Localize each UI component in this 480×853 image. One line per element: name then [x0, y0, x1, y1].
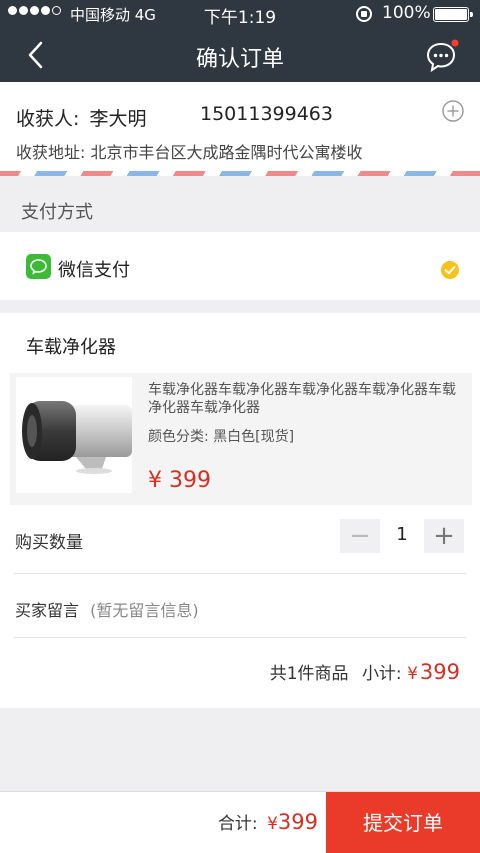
address-row: 收获地址: 北京市丰台区大成路金隅时代公寓楼收: [16, 139, 363, 163]
wechat-pay-label: 微信支付: [58, 260, 130, 281]
total-value: 399: [277, 810, 318, 834]
address-card[interactable]: 收获人: 李大明 15011399463 收获地址: 北京市丰台区大成路金隅时代…: [0, 82, 480, 173]
receiver-name: 李大明: [89, 108, 147, 130]
subtotal-currency: ¥: [407, 664, 418, 684]
address-label: 收获地址:: [16, 143, 86, 162]
receiver-label: 收获人:: [16, 108, 80, 130]
wechat-pay-icon: [26, 254, 51, 279]
divider: [14, 637, 466, 638]
payment-option-wechat[interactable]: 微信支付: [0, 232, 480, 300]
total-label: 合计:: [217, 814, 258, 834]
selected-check-icon[interactable]: [441, 261, 459, 279]
status-bar: 中国移动 4G 下午1:19 100%: [0, 0, 480, 28]
buyer-memo-row[interactable]: 买家留言 (暂无留言信息): [15, 597, 199, 621]
product-item[interactable]: 车载净化器车载净化器车载净化器车载净化器车载净化器车载净化器 颜色分类: 黑白色…: [10, 373, 472, 505]
receiver-row: 收获人: 李大明: [16, 104, 146, 131]
page-title: 确认订单: [195, 47, 284, 72]
quantity-decrease-button[interactable]: −: [340, 519, 380, 553]
product-spec: 颜色分类: 黑白色[现货]: [148, 429, 295, 445]
item-count: 共1件商品: [269, 664, 349, 684]
divider: [14, 573, 466, 574]
battery-percent: 100%: [382, 3, 431, 23]
quantity-label: 购买数量: [15, 533, 83, 553]
nav-bar: 确认订单: [0, 28, 480, 82]
checkout-bar: 合计: ¥399 提交订单: [0, 791, 480, 853]
payment-section-title: 支付方式: [0, 188, 480, 230]
chat-bubble-icon[interactable]: [425, 39, 459, 73]
subtotal-label: 小计:: [361, 664, 402, 684]
receiver-phone: 15011399463: [200, 103, 333, 125]
rotation-lock-icon: [356, 6, 372, 22]
order-subtotal: 共1件商品 小计: ¥399: [270, 659, 460, 684]
battery-icon: [433, 7, 473, 22]
product-image: [16, 377, 132, 493]
product-price: ¥ 399: [148, 468, 211, 493]
airmail-border: [0, 171, 480, 176]
subtotal-value: 399: [419, 660, 460, 684]
add-address-icon[interactable]: [441, 99, 465, 123]
total-currency: ¥: [267, 814, 278, 834]
address-value: 北京市丰台区大成路金隅时代公寓楼收: [90, 143, 363, 162]
memo-placeholder[interactable]: (暂无留言信息): [90, 601, 199, 620]
quantity-value[interactable]: 1: [385, 524, 419, 545]
store-name: 车载净化器: [26, 337, 116, 358]
memo-label: 买家留言: [15, 601, 80, 620]
product-name: 车载净化器车载净化器车载净化器车载净化器车载净化器车载净化器: [148, 382, 456, 416]
submit-order-button[interactable]: 提交订单: [326, 792, 480, 853]
quantity-row: 购买数量 − 1 +: [0, 509, 480, 573]
order-total: 合计: ¥399: [218, 809, 318, 834]
quantity-increase-button[interactable]: +: [424, 519, 464, 553]
